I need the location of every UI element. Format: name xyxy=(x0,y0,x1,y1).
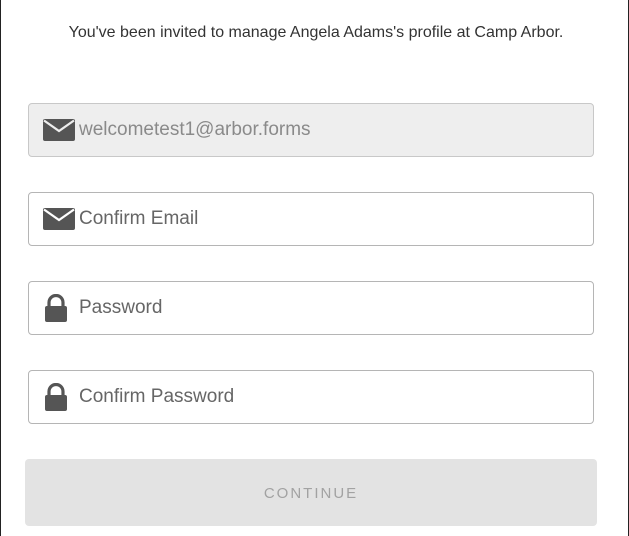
password-input[interactable] xyxy=(77,293,579,323)
email-field-container xyxy=(28,103,594,157)
confirm-password-field-container[interactable] xyxy=(28,370,594,424)
confirm-password-input[interactable] xyxy=(77,382,579,412)
envelope-icon xyxy=(43,206,77,232)
email-field xyxy=(77,115,579,145)
confirm-email-field-container[interactable] xyxy=(28,192,594,246)
invite-message: You've been invited to manage Angela Ada… xyxy=(68,24,564,41)
lock-icon xyxy=(43,294,77,322)
continue-button[interactable]: CONTINUE xyxy=(25,459,597,526)
confirm-email-input[interactable] xyxy=(77,204,579,234)
invite-form: You've been invited to manage Angela Ada… xyxy=(0,0,629,536)
lock-icon xyxy=(43,383,77,411)
password-field-container[interactable] xyxy=(28,281,594,335)
envelope-icon xyxy=(43,117,77,143)
